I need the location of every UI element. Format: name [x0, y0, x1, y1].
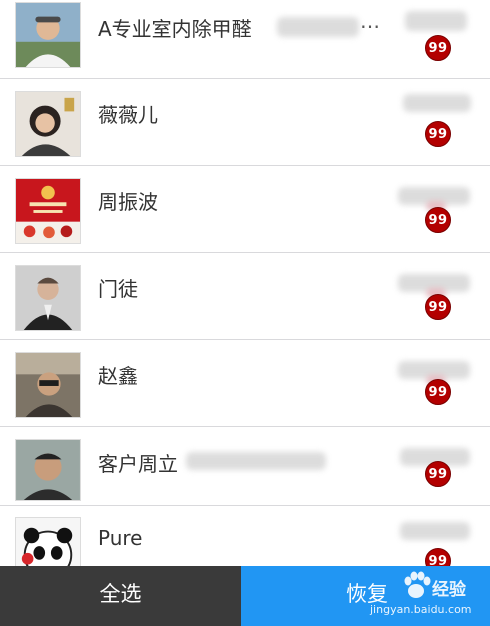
user-avatar-woman-dark-hair-icon	[16, 92, 80, 156]
list-item[interactable]: 薇薇儿 99	[0, 80, 490, 166]
contact-avatar	[15, 2, 81, 68]
unread-count-badge: 99	[425, 207, 451, 233]
contact-list: A专业室内除甲醛 … 99 薇薇儿 99 周振波 99 门徒 99 赵鑫 99 …	[0, 0, 490, 566]
unread-count-badge: 99	[425, 121, 451, 147]
contact-avatar	[15, 91, 81, 157]
select-all-button[interactable]: 全选	[0, 566, 241, 626]
list-item[interactable]: A专业室内除甲醛 … 99	[0, 0, 490, 79]
unread-count-badge: 99	[425, 294, 451, 320]
contact-avatar	[15, 439, 81, 501]
contact-avatar	[15, 178, 81, 244]
user-avatar-man-white-shirt-icon	[16, 3, 80, 67]
list-item[interactable]: Pure 99	[0, 506, 490, 566]
unread-count-badge: 99	[425, 379, 451, 405]
contact-name: 客户周立	[98, 452, 178, 476]
contact-name: 薇薇儿	[98, 103, 158, 127]
user-avatar-man-suit-icon	[16, 266, 80, 330]
unread-count-badge: 99	[425, 548, 451, 566]
contact-avatar	[15, 517, 81, 566]
watermark-brand: 经验	[432, 580, 466, 600]
unread-count-badge: 99	[425, 461, 451, 487]
contact-name: 赵鑫	[98, 364, 138, 388]
watermark-url: jingyan.baidu.com	[370, 603, 472, 616]
contact-name-ellipsis: …	[360, 9, 380, 33]
contact-name: 周振波	[98, 190, 158, 214]
contact-name: Pure	[98, 526, 143, 550]
list-item[interactable]: 周振波 99	[0, 167, 490, 253]
user-avatar-panda-cartoon-icon	[16, 518, 80, 566]
user-avatar-person-indoor-icon	[16, 353, 80, 417]
user-avatar-man-face-icon	[16, 440, 80, 500]
list-item[interactable]: 客户周立 99	[0, 428, 490, 506]
user-avatar-red-logo-icon	[16, 179, 80, 243]
baidu-paw-icon	[404, 571, 431, 598]
watermark: 经验 jingyan.baidu.com	[370, 569, 485, 624]
contact-avatar	[15, 352, 81, 418]
unread-count-badge: 99	[425, 35, 451, 61]
contact-name: 门徒	[98, 277, 138, 301]
contact-name: A专业室内除甲醛	[98, 17, 252, 41]
list-item[interactable]: 门徒 99	[0, 254, 490, 340]
contact-avatar	[15, 265, 81, 331]
list-item[interactable]: 赵鑫 99	[0, 341, 490, 427]
